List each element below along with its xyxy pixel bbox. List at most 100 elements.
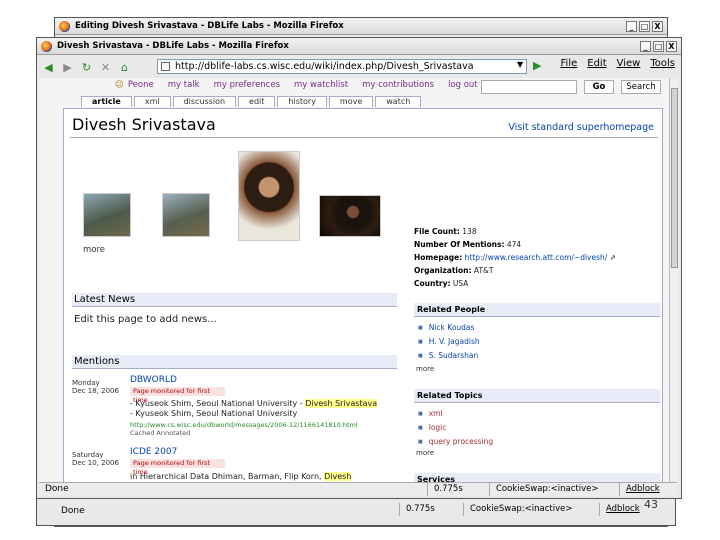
tab-discussion[interactable]: discussion bbox=[172, 96, 237, 107]
forward-arrow-icon[interactable]: ▶ bbox=[60, 61, 75, 74]
mention-source[interactable]: ICDE 2007 bbox=[130, 447, 177, 457]
mention-date: Dec 10, 2006 bbox=[72, 459, 119, 467]
related-topic[interactable]: query processing bbox=[418, 435, 493, 449]
close-button[interactable]: X bbox=[652, 20, 663, 32]
latest-news-text: Edit this page to add news... bbox=[74, 314, 217, 325]
external-link-icon: ⇗ bbox=[609, 253, 616, 262]
slide-number: 43 bbox=[644, 498, 658, 511]
info-country: Country: USA bbox=[414, 279, 469, 288]
person-info-box: File Count: 138 Number Of Mentions: 474 … bbox=[414, 225, 660, 290]
vertical-scrollbar[interactable] bbox=[669, 78, 679, 484]
superhomepage-link[interactable]: Visit standard superhomepage bbox=[508, 122, 654, 133]
back-status-time: 0.775s bbox=[399, 503, 441, 516]
back-statusbar: Done 0.775s CookieSwap:<inactive> Adbloc… bbox=[39, 503, 675, 519]
scrollbar-thumb[interactable] bbox=[671, 88, 678, 268]
mention-date: Dec 18, 2006 bbox=[72, 387, 119, 395]
user-link-log-out[interactable]: log out bbox=[448, 80, 478, 90]
back-status-cookie[interactable]: CookieSwap:<inactive> bbox=[463, 503, 579, 516]
tab-edit[interactable]: edit bbox=[238, 96, 276, 107]
info-mentions: Number Of Mentions: 474 bbox=[414, 240, 522, 249]
back-status-adblock[interactable]: Adblock bbox=[599, 503, 646, 516]
mention-line1-prefix: in Hierarchical Data Dhiman, Barman, Fli… bbox=[130, 472, 325, 481]
info-homepage: Homepage: http://www.research.att.com/~d… bbox=[414, 253, 616, 262]
related-topics-more[interactable]: more bbox=[416, 449, 434, 457]
more-photos-link[interactable]: more bbox=[83, 245, 105, 255]
back-window-titlebar[interactable]: Editing Divesh Srivastava - DBLife Labs … bbox=[55, 18, 667, 35]
related-topics-list: xml logic query processing bbox=[418, 407, 493, 449]
user-link-peone[interactable]: Peone bbox=[128, 80, 154, 90]
mention-badge: Page monitored for first time bbox=[130, 387, 225, 404]
back-arrow-icon[interactable]: ◀ bbox=[41, 61, 56, 74]
minimize-button[interactable]: _ bbox=[640, 40, 651, 52]
user-icon: ☺ bbox=[115, 80, 124, 90]
photo-group-2[interactable] bbox=[162, 193, 210, 237]
adblock-status[interactable]: Adblock bbox=[619, 483, 666, 496]
tab-history[interactable]: history bbox=[277, 96, 327, 107]
status-time: 0.775s bbox=[427, 483, 469, 496]
photo-portrait-1[interactable] bbox=[238, 151, 300, 241]
mention-line2: - Kyuseok Shim, Seoul National Universit… bbox=[130, 409, 298, 418]
search-button[interactable]: Search bbox=[621, 80, 661, 94]
tab-xml[interactable]: xml bbox=[133, 96, 171, 107]
tab-article[interactable]: article bbox=[81, 96, 132, 107]
url-bar[interactable]: http://dblife-labs.cs.wisc.edu/wiki/inde… bbox=[157, 59, 527, 74]
related-people-list: Nick Koudas H. V. Jagadish S. Sudarshan bbox=[418, 321, 480, 363]
go-arrow-icon[interactable]: ▶ bbox=[533, 59, 541, 72]
article-tabs: article xml discussion edit history move… bbox=[81, 96, 422, 107]
user-link-my-talk[interactable]: my talk bbox=[168, 80, 200, 90]
mention-badge: Page monitored for first time bbox=[130, 459, 225, 476]
go-button[interactable]: Go bbox=[584, 80, 614, 94]
info-file-count: File Count: 138 bbox=[414, 227, 477, 236]
page-content: ☺ Peone my talk my preferences my watchl… bbox=[39, 78, 671, 484]
url-text: http://dblife-labs.cs.wisc.edu/wiki/inde… bbox=[175, 61, 474, 72]
tab-move[interactable]: move bbox=[328, 96, 374, 107]
title-divider bbox=[70, 137, 658, 138]
main-window-titlebar[interactable]: Divesh Srivastava - DBLife Labs - Mozill… bbox=[37, 38, 681, 55]
maximize-button[interactable]: □ bbox=[639, 20, 650, 32]
mention-url[interactable]: http://www.cs.wisc.edu/dbworld/messages/… bbox=[130, 421, 358, 429]
user-link-my-preferences[interactable]: my preferences bbox=[214, 80, 280, 90]
latest-news-heading: Latest News bbox=[72, 293, 397, 307]
stop-icon[interactable]: ✕ bbox=[98, 61, 113, 74]
related-person[interactable]: Nick Koudas bbox=[418, 321, 480, 335]
reload-icon[interactable]: ↻ bbox=[79, 61, 94, 74]
mentions-heading: Mentions bbox=[72, 355, 397, 369]
search-input[interactable] bbox=[481, 80, 577, 94]
article-page: Divesh Srivastava Visit standard superho… bbox=[63, 108, 663, 484]
menu-file[interactable]: File bbox=[561, 58, 578, 69]
page-title: Divesh Srivastava bbox=[72, 115, 216, 134]
tab-watch[interactable]: watch bbox=[375, 96, 422, 107]
main-window-title: Divesh Srivastava - DBLife Labs - Mozill… bbox=[57, 41, 289, 51]
related-topic[interactable]: logic bbox=[418, 421, 493, 435]
firefox-icon bbox=[59, 20, 70, 32]
maximize-button[interactable]: □ bbox=[653, 40, 664, 52]
mention-actions[interactable]: Cached Annotated bbox=[130, 429, 190, 437]
mention-date-day: Saturday bbox=[72, 451, 104, 459]
related-topic[interactable]: xml bbox=[418, 407, 493, 421]
menu-bar: File Edit View Tools bbox=[561, 58, 675, 69]
related-topics-heading: Related Topics bbox=[414, 389, 660, 403]
menu-view[interactable]: View bbox=[617, 58, 641, 69]
user-link-my-contributions[interactable]: my contributions bbox=[362, 80, 434, 90]
close-button[interactable]: X bbox=[666, 40, 677, 52]
home-icon[interactable]: ⌂ bbox=[117, 61, 132, 74]
photo-portrait-2[interactable] bbox=[319, 195, 381, 237]
main-browser-window: Divesh Srivastava - DBLife Labs - Mozill… bbox=[36, 37, 682, 499]
user-links: ☺ Peone my talk my preferences my watchl… bbox=[115, 80, 478, 90]
statusbar: Done 0.775s CookieSwap:<inactive> Adbloc… bbox=[39, 482, 677, 496]
back-status-text: Done bbox=[61, 506, 85, 516]
page-favicon-icon bbox=[161, 62, 170, 71]
minimize-button[interactable]: _ bbox=[626, 20, 637, 32]
related-person[interactable]: S. Sudarshan bbox=[418, 349, 480, 363]
homepage-link[interactable]: http://www.research.att.com/~divesh/ bbox=[465, 253, 608, 262]
related-person[interactable]: H. V. Jagadish bbox=[418, 335, 480, 349]
back-status-strip: Done 0.775s CookieSwap:<inactive> Adbloc… bbox=[36, 496, 676, 526]
related-people-more[interactable]: more bbox=[416, 365, 434, 373]
mention-source[interactable]: DBWORLD bbox=[130, 375, 177, 385]
url-dropdown-icon[interactable]: ▼ bbox=[517, 60, 523, 69]
user-link-my-watchlist[interactable]: my watchlist bbox=[294, 80, 348, 90]
photo-group-1[interactable] bbox=[83, 193, 131, 237]
menu-edit[interactable]: Edit bbox=[587, 58, 606, 69]
menu-tools[interactable]: Tools bbox=[650, 58, 675, 69]
cookieswap-status[interactable]: CookieSwap:<inactive> bbox=[489, 483, 605, 496]
